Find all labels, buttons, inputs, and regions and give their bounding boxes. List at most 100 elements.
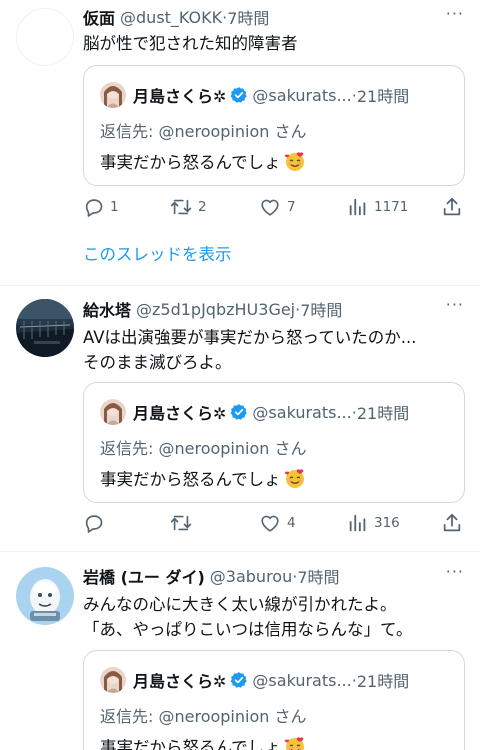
views-button[interactable]: 316 — [347, 512, 400, 534]
tweet-3[interactable]: 岩橋 (ユー ダイ) @3aburou · 7時間 ··· みんなの心に大きく太… — [0, 552, 480, 750]
views-icon — [349, 198, 366, 216]
quoted-user-handle: @sakurats... — [252, 85, 352, 105]
quoted-text: 事実だから怒るんでしょ — [100, 738, 281, 750]
quoted-timestamp: 21時間 — [356, 404, 410, 423]
retweet-count: 2 — [198, 199, 207, 215]
reply-to-handle: @neroopinion — [158, 439, 270, 458]
views-count: 316 — [374, 515, 400, 531]
tweet-header: 仮面 @dust_KOKK · 7時間 — [83, 5, 470, 29]
tweet-2[interactable]: 給水塔 @z5d1pJqbzHU3Gej · 7時間 ··· AVは出演強要が事… — [0, 286, 480, 550]
tweet-text-line: みんなの心に大きく太い線が引かれたよ。 — [83, 595, 397, 614]
quoted-display-name: 月島さくら✲ — [133, 672, 227, 691]
share-button[interactable] — [441, 196, 468, 218]
quoted-tweet-text: 事実だから怒るんでしょ — [100, 466, 306, 490]
tweet-text-line: AVは出演強要が事実だから怒っていたのか... — [83, 328, 417, 347]
reply-button[interactable] — [83, 512, 110, 534]
reply-prefix: 返信先: — [100, 122, 159, 141]
like-button[interactable]: 4 — [258, 512, 296, 534]
like-icon — [261, 515, 279, 532]
retweet-button[interactable]: 2 — [169, 196, 207, 218]
tweet-text: AVは出演強要が事実だから怒っていたのか... そのまま滅びろよ。 — [83, 325, 466, 375]
share-icon — [443, 513, 461, 532]
user-handle[interactable]: @z5d1pJqbzHU3Gej — [136, 300, 295, 319]
reply-to-handle: @neroopinion — [158, 122, 270, 141]
quoted-timestamp: 21時間 — [356, 87, 410, 106]
timestamp[interactable]: 7時間 — [300, 297, 342, 321]
more-options-icon[interactable]: ··· — [446, 562, 464, 581]
views-count: 1171 — [374, 199, 409, 215]
smiling-hearts-emoji-icon — [284, 737, 304, 750]
tweet-text: みんなの心に大きく太い線が引かれたよ。 「あ、やっぱりこいつは信用ならんな」て。 — [83, 592, 466, 642]
quoted-avatar — [100, 82, 126, 108]
user-handle[interactable]: @dust_KOKK — [120, 8, 222, 27]
quoted-user-handle: @sakurats... — [252, 670, 352, 690]
retweet-icon — [170, 199, 192, 215]
avatar[interactable] — [16, 567, 74, 625]
tweet-text-line: そのまま滅びろよ。 — [83, 353, 232, 372]
user-handle[interactable]: @3aburou — [210, 567, 292, 586]
more-options-icon[interactable]: ··· — [446, 295, 464, 314]
share-button[interactable] — [441, 512, 468, 534]
quoted-tweet-header: 月島さくら✲ @sakurats... · 21時間 — [100, 399, 450, 425]
reply-button[interactable]: 1 — [83, 196, 119, 218]
quoted-display-name: 月島さくら✲ — [133, 87, 227, 106]
tweet-text-line: 「あ、やっぱりこいつは信用ならんな」て。 — [83, 620, 413, 639]
like-count: 7 — [287, 199, 296, 215]
smiling-hearts-emoji-icon — [284, 469, 304, 488]
timestamp[interactable]: 7時間 — [227, 5, 269, 29]
quoted-text: 事実だから怒るんでしょ — [100, 153, 281, 172]
verified-badge-icon — [231, 87, 248, 103]
tweet-text-line: 脳が性で犯された知的障害者 — [83, 34, 298, 53]
like-count: 4 — [287, 515, 296, 531]
reply-context: 返信先: @neroopinion さん — [100, 118, 307, 142]
views-icon — [349, 514, 366, 532]
quoted-tweet-text: 事実だから怒るんでしょ — [100, 149, 306, 173]
views-button[interactable]: 1171 — [347, 196, 408, 218]
reply-suffix: さん — [274, 439, 307, 458]
retweet-button[interactable] — [169, 512, 198, 534]
avatar[interactable] — [16, 8, 74, 66]
more-options-icon[interactable]: ··· — [446, 4, 464, 23]
like-button[interactable]: 7 — [258, 196, 296, 218]
quoted-tweet[interactable]: 月島さくら✲ @sakurats... · 21時間 返信先: @neroopi… — [83, 650, 465, 750]
reply-icon — [85, 515, 103, 533]
tweet-actions: 1 2 7 1171 — [83, 196, 468, 220]
reply-suffix: さん — [274, 122, 307, 141]
display-name[interactable]: 給水塔 — [83, 297, 131, 321]
reply-count: 1 — [110, 199, 119, 215]
reply-to-handle: @neroopinion — [158, 707, 270, 726]
retweet-icon — [170, 515, 192, 531]
verified-badge-icon — [231, 404, 248, 420]
display-name[interactable]: 仮面 — [83, 5, 115, 29]
avatar[interactable] — [16, 299, 74, 357]
tweet-1[interactable]: 仮面 @dust_KOKK · 7時間 ··· 脳が性で犯された知的障害者 月島… — [0, 0, 480, 285]
quoted-user-handle: @sakurats... — [252, 402, 352, 422]
smiling-hearts-emoji-icon — [284, 152, 304, 171]
like-icon — [261, 199, 279, 216]
reply-prefix: 返信先: — [100, 707, 159, 726]
reply-prefix: 返信先: — [100, 439, 159, 458]
reply-context: 返信先: @neroopinion さん — [100, 435, 307, 459]
quoted-text: 事実だから怒るんでしょ — [100, 470, 281, 489]
quoted-avatar — [100, 667, 126, 693]
verified-badge-icon — [231, 672, 248, 688]
timestamp[interactable]: 7時間 — [297, 564, 339, 588]
quoted-tweet-text: 事実だから怒るんでしょ — [100, 734, 306, 750]
share-icon — [443, 197, 461, 216]
quoted-tweet[interactable]: 月島さくら✲ @sakurats... · 21時間 返信先: @neroopi… — [83, 382, 465, 503]
quoted-tweet-header: 月島さくら✲ @sakurats... · 21時間 — [100, 667, 450, 693]
tweet-actions: 4 316 — [83, 512, 468, 536]
quoted-display-name: 月島さくら✲ — [133, 404, 227, 423]
quoted-avatar — [100, 399, 126, 425]
show-thread-link[interactable]: このスレッドを表示 — [83, 241, 232, 265]
reply-suffix: さん — [274, 707, 307, 726]
quoted-tweet-header: 月島さくら✲ @sakurats... · 21時間 — [100, 82, 450, 108]
quoted-timestamp: 21時間 — [356, 672, 410, 691]
tweet-text: 脳が性で犯された知的障害者 — [83, 31, 466, 56]
tweet-header: 給水塔 @z5d1pJqbzHU3Gej · 7時間 — [83, 297, 470, 321]
tweet-header: 岩橋 (ユー ダイ) @3aburou · 7時間 — [83, 564, 470, 588]
reply-context: 返信先: @neroopinion さん — [100, 703, 307, 727]
quoted-tweet[interactable]: 月島さくら✲ @sakurats... · 21時間 返信先: @neroopi… — [83, 65, 465, 186]
display-name[interactable]: 岩橋 (ユー ダイ) — [83, 564, 205, 588]
reply-icon — [85, 199, 103, 217]
